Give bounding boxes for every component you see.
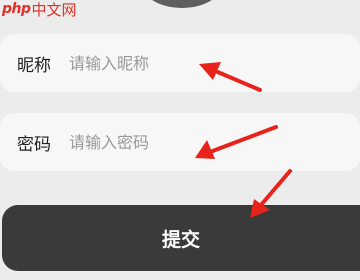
submit-button[interactable]: 提交	[2, 205, 360, 271]
password-field: 密码	[0, 113, 360, 171]
form-page: php 中文网 昵称 密码 提交	[0, 0, 360, 280]
watermark-logo: php	[2, 1, 31, 17]
avatar[interactable]	[138, 0, 226, 8]
watermark-text: 中文网	[31, 0, 77, 19]
watermark: php 中文网	[2, 0, 77, 19]
nickname-label: 昵称	[17, 55, 51, 76]
password-input[interactable]	[69, 132, 299, 152]
nickname-field: 昵称	[0, 34, 360, 92]
nickname-input[interactable]	[69, 53, 299, 73]
password-label: 密码	[17, 134, 51, 155]
